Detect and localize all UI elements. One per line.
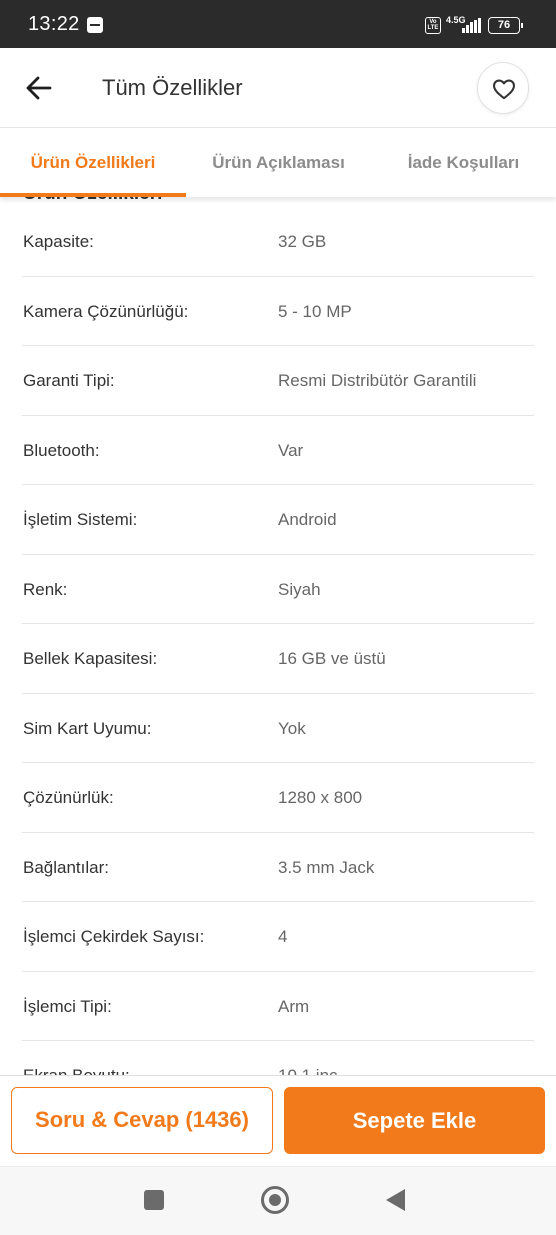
screen: 13:22 Vo LTE 4.5G 76 Tüm Özellikler Ürün…	[0, 0, 556, 1235]
spec-label: Çözünürlük:	[23, 788, 114, 807]
spec-label: İşletim Sistemi:	[23, 510, 138, 529]
tab-urun-aciklamasi[interactable]: Ürün Açıklaması	[186, 129, 371, 197]
spec-value: Yok	[278, 718, 306, 738]
spec-row: Garanti Tipi: Resmi Distribütör Garantil…	[22, 346, 534, 416]
spec-label: Renk:	[23, 579, 68, 599]
spec-value: 5 - 10 MP	[278, 301, 352, 321]
arrow-left-icon	[26, 76, 52, 100]
battery-icon: 76	[488, 17, 523, 34]
add-to-cart-button[interactable]: Sepete Ekle	[284, 1087, 545, 1154]
spec-label: Kamera Çözünürlüğü:	[23, 301, 189, 321]
spec-value: Siyah	[278, 579, 321, 599]
spec-value: 16 GB ve üstü	[278, 649, 386, 668]
tab-bar: Ürün Özellikleri Ürün Açıklaması İade Ko…	[0, 129, 556, 197]
spec-label: İşlemci Tipi:	[23, 996, 112, 1016]
spec-value: 1280 x 800	[278, 788, 363, 807]
volte-icon: Vo LTE	[425, 17, 441, 34]
tab-iade-kosullari[interactable]: İade Koşulları	[371, 129, 556, 197]
spec-row: Ekran Boyutu: 10.1 inç	[22, 1041, 534, 1075]
spec-label: Bluetooth:	[23, 440, 100, 460]
bottom-action-bar: Soru & Cevap (1436) Sepete Ekle	[0, 1075, 556, 1166]
spec-value: Arm	[278, 996, 310, 1016]
status-bar: 13:22 Vo LTE 4.5G 76	[0, 0, 556, 48]
spec-label: Sim Kart Uyumu:	[23, 718, 152, 738]
system-nav-bar	[0, 1166, 556, 1235]
tab-urun-ozellikleri[interactable]: Ürün Özellikleri	[0, 129, 186, 197]
spec-label: Bellek Kapasitesi:	[23, 649, 158, 668]
spec-label: Kapasite:	[23, 232, 94, 251]
spec-row: İşletim Sistemi: Android	[22, 485, 534, 555]
spec-row: Renk: Siyah	[22, 555, 534, 624]
spec-list: Kapasite: 32 GB Kamera Çözünürlüğü: 5 - …	[0, 207, 556, 1075]
home-circle-icon[interactable]	[261, 1186, 289, 1214]
spec-value: 4	[278, 927, 288, 946]
recents-square-icon[interactable]	[144, 1190, 164, 1210]
spec-row: Çözünürlük: 1280 x 800	[22, 763, 534, 833]
spec-row: Sim Kart Uyumu: Yok	[22, 694, 534, 763]
back-triangle-icon[interactable]	[386, 1189, 405, 1211]
heart-outline-icon	[493, 79, 515, 100]
status-time: 13:22	[28, 13, 80, 35]
spec-row: Bellek Kapasitesi: 16 GB ve üstü	[22, 624, 534, 694]
section-heading: Ürün Özellikleri	[23, 197, 162, 205]
spec-row: Bluetooth: Var	[22, 416, 534, 485]
spec-row: İşlemci Çekirdek Sayısı: 4	[22, 902, 534, 972]
spec-row: İşlemci Tipi: Arm	[22, 972, 534, 1041]
notification-icon	[87, 17, 103, 33]
active-tab-indicator	[0, 193, 186, 197]
battery-level: 76	[497, 19, 511, 31]
spec-row: Bağlantılar: 3.5 mm Jack	[22, 833, 534, 902]
specs-content[interactable]: Ürün Özellikleri Kapasite: 32 GB Kamera …	[0, 197, 556, 1075]
questions-answers-button[interactable]: Soru & Cevap (1436)	[11, 1087, 273, 1154]
page-title: Tüm Özellikler	[102, 75, 243, 100]
spec-value: Android	[278, 510, 337, 529]
favorite-button[interactable]	[477, 62, 529, 114]
signal-icon	[462, 18, 482, 33]
spec-label: Garanti Tipi:	[23, 371, 115, 390]
spec-value: Var	[278, 440, 304, 460]
spec-value: 32 GB	[278, 232, 327, 251]
spec-label: İşlemci Çekirdek Sayısı:	[23, 927, 205, 946]
spec-value: 10.1 inç	[278, 1066, 338, 1075]
spec-value: 3.5 mm Jack	[278, 857, 375, 877]
spec-row: Kamera Çözünürlüğü: 5 - 10 MP	[22, 277, 534, 346]
spec-value: Resmi Distribütör Garantili	[278, 371, 477, 390]
spec-label: Bağlantılar:	[23, 857, 109, 877]
spec-label: Ekran Boyutu:	[23, 1066, 130, 1075]
back-button[interactable]	[20, 68, 60, 108]
app-header: Tüm Özellikler	[0, 48, 556, 128]
spec-row: Kapasite: 32 GB	[22, 207, 534, 277]
